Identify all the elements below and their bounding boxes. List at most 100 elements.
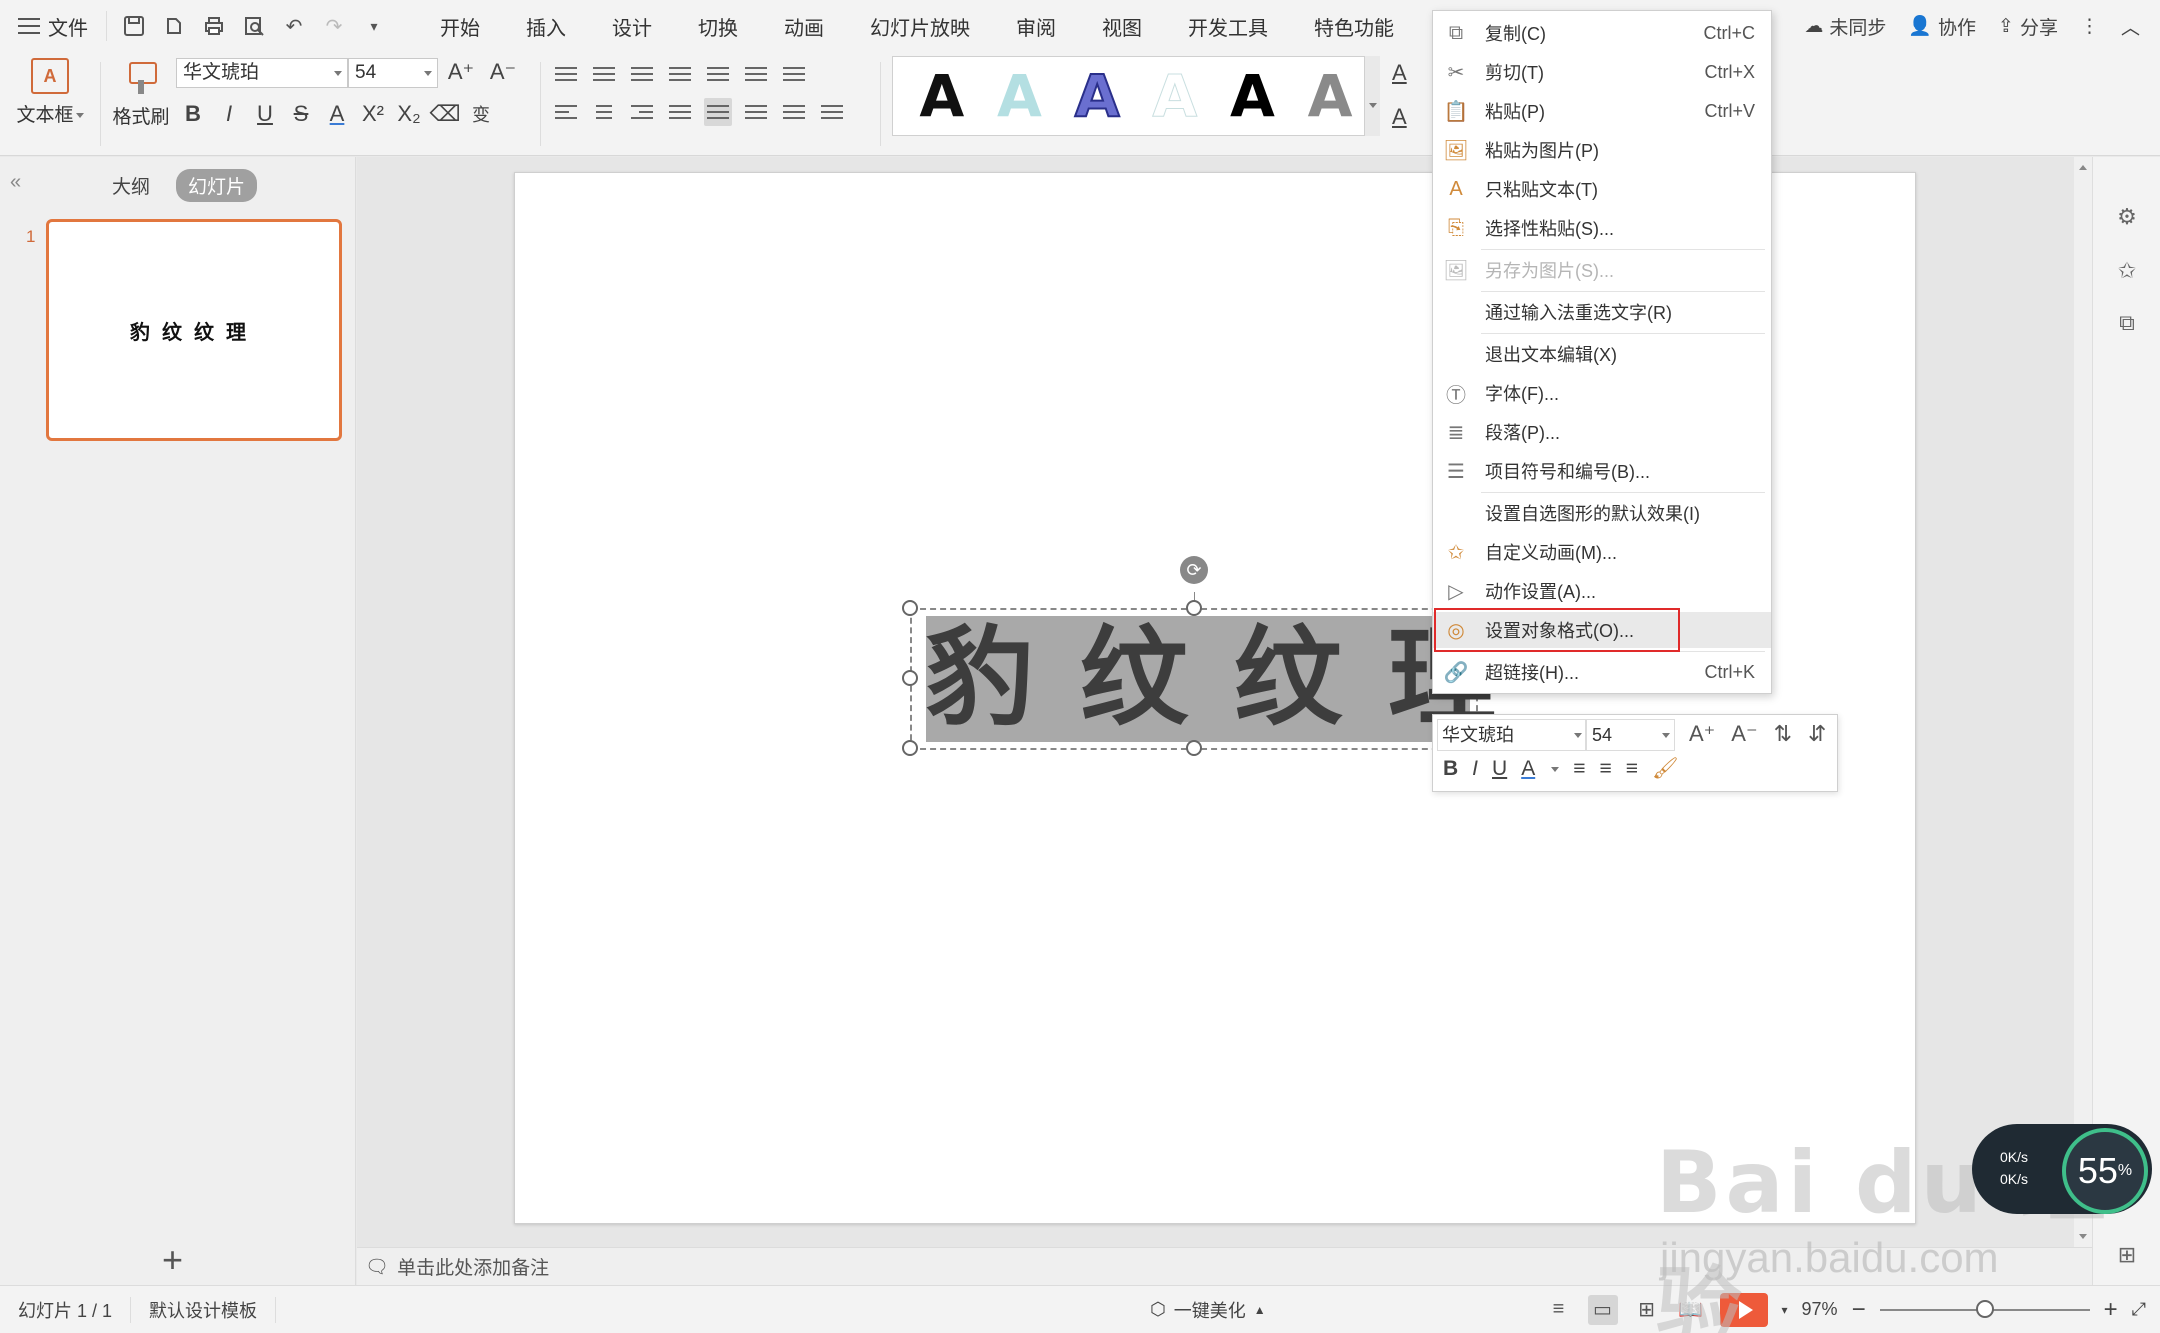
menu-item-bullets-numbering[interactable]: ☰ 项目符号和编号(B)...	[1433, 453, 1771, 489]
align-center-icon[interactable]	[590, 98, 618, 126]
resize-handle-bottom[interactable]	[1186, 740, 1202, 756]
menu-item-copy[interactable]: ⧉ 复制(C) Ctrl+C	[1433, 15, 1771, 51]
align-left-icon[interactable]: ≡	[1573, 757, 1585, 781]
numbered-list-icon[interactable]	[590, 60, 618, 88]
gallery-more-button[interactable]	[1364, 56, 1380, 136]
menu-item-paragraph[interactable]: ≣ 段落(P)...	[1433, 414, 1771, 450]
font-color-icon[interactable]: A	[324, 100, 350, 128]
tab-animations[interactable]: 动画	[761, 0, 847, 52]
template-name[interactable]: 默认设计模板	[131, 1296, 277, 1323]
tab-home[interactable]: 开始	[417, 0, 503, 52]
format-painter-button[interactable]: 格式刷	[110, 58, 172, 129]
align-center-icon[interactable]: ≡	[1599, 757, 1611, 781]
share-button[interactable]: ⇪ 分享	[1998, 13, 2058, 40]
menu-item-custom-animation[interactable]: ✩ 自定义动画(M)...	[1433, 534, 1771, 570]
bold-icon[interactable]: B	[180, 100, 206, 128]
format-painter-icon[interactable]: 🖌	[1652, 757, 1679, 781]
file-menu-button[interactable]: 文件	[0, 0, 106, 52]
text-style-black[interactable]: A	[919, 67, 964, 125]
clear-format-icon[interactable]: ⌫	[429, 100, 460, 128]
menu-item-paste[interactable]: 📋 粘贴(P) Ctrl+V	[1433, 93, 1771, 129]
tab-view[interactable]: 视图	[1079, 0, 1165, 52]
increase-indent-icon[interactable]	[666, 60, 694, 88]
tab-review[interactable]: 审阅	[993, 0, 1079, 52]
vertical-scrollbar[interactable]	[2074, 157, 2092, 1247]
mini-font-name-select[interactable]: 华文琥珀	[1437, 719, 1587, 751]
rotate-handle-icon[interactable]: ⟳	[1180, 556, 1208, 584]
resize-handle-left[interactable]	[902, 670, 918, 686]
distribute-icon[interactable]	[704, 98, 732, 126]
print-icon[interactable]	[201, 13, 227, 39]
strikethrough-icon[interactable]: S	[288, 100, 314, 128]
menu-item-paste-special[interactable]: ⎘ 选择性粘贴(S)...	[1433, 210, 1771, 246]
text-direction-icon[interactable]	[742, 60, 770, 88]
font-size-select[interactable]: 54	[348, 58, 438, 88]
menu-item-action-settings[interactable]: ▷ 动作设置(A)...	[1433, 573, 1771, 609]
textbox-button[interactable]: A 文本框	[14, 58, 86, 127]
resize-handle-top[interactable]	[1186, 600, 1202, 616]
align-left-icon[interactable]	[552, 98, 580, 126]
text-style-blue-outline[interactable]: A	[1074, 66, 1121, 126]
normal-view-icon[interactable]: ▭	[1587, 1294, 1618, 1325]
beautify-button[interactable]: ⬡ 一键美化 ▲	[1150, 1297, 1266, 1323]
spacing-options-icon[interactable]	[818, 98, 846, 126]
text-style-black-bold[interactable]: A	[1230, 67, 1275, 125]
tab-transitions[interactable]: 切换	[675, 0, 761, 52]
underline-icon[interactable]: U	[252, 100, 278, 128]
menu-item-paste-as-image[interactable]: 🖼 粘贴为图片(P)	[1433, 132, 1771, 168]
text-style-light-blue[interactable]: A	[997, 67, 1042, 125]
subscript-icon[interactable]: X₂	[396, 100, 422, 128]
columns-icon[interactable]	[704, 60, 732, 88]
bullet-list-icon[interactable]	[552, 60, 580, 88]
text-fill-icon[interactable]: A	[1392, 60, 1432, 104]
justify-icon[interactable]	[666, 98, 694, 126]
tab-special-features[interactable]: 特色功能	[1291, 0, 1417, 52]
menu-item-set-default-shape[interactable]: 设置自选图形的默认效果(I)	[1433, 495, 1771, 531]
increase-font-size-icon[interactable]: A⁺	[1689, 721, 1715, 747]
paragraph-spacing-icon[interactable]	[780, 98, 808, 126]
italic-icon[interactable]: I	[216, 100, 242, 128]
decrease-font-size-icon[interactable]: A⁻	[1731, 721, 1757, 747]
menu-item-paste-text-only[interactable]: A 只粘贴文本(T)	[1433, 171, 1771, 207]
italic-icon[interactable]: I	[1472, 757, 1478, 781]
collapse-panel-icon[interactable]: «	[10, 171, 21, 194]
tab-design[interactable]: 设计	[589, 0, 675, 52]
selected-textbox[interactable]: 豹纹纹理	[910, 608, 1496, 750]
resize-handle-bottom-left[interactable]	[902, 740, 918, 756]
collapse-ribbon-icon[interactable]: ︿	[2121, 13, 2140, 40]
font-color-icon[interactable]: A	[1521, 757, 1535, 781]
print-preview-icon[interactable]	[241, 13, 267, 39]
decrease-indent-icon[interactable]	[628, 60, 656, 88]
text-outline-icon[interactable]: A	[1392, 104, 1432, 148]
tab-slideshow[interactable]: 幻灯片放映	[847, 0, 993, 52]
selection-pane-icon[interactable]: ⧉	[2113, 309, 2141, 337]
tab-developer[interactable]: 开发工具	[1165, 0, 1291, 52]
menu-item-cut[interactable]: ✂ 剪切(T) Ctrl+X	[1433, 54, 1771, 90]
sync-status-button[interactable]: ☁ 未同步	[1804, 13, 1886, 40]
decrease-font-size-icon[interactable]: A⁻	[490, 58, 516, 86]
scroll-up-icon[interactable]	[2079, 165, 2087, 170]
align-text-icon[interactable]	[780, 60, 808, 88]
menu-item-exit-text-edit[interactable]: 退出文本编辑(X)	[1433, 336, 1771, 372]
chevron-down-icon[interactable]	[1551, 766, 1560, 772]
resize-handle-top-left[interactable]	[902, 600, 918, 616]
paragraph-spacing-icon[interactable]: ⇵	[1808, 721, 1826, 747]
text-style-gray-gradient[interactable]: A	[1308, 67, 1353, 125]
redo-icon[interactable]: ↷	[321, 13, 347, 39]
undo-icon[interactable]: ↶	[281, 13, 307, 39]
properties-icon[interactable]: ⚙	[2113, 203, 2141, 231]
superscript-icon[interactable]: X²	[360, 100, 386, 128]
export-icon[interactable]	[161, 13, 187, 39]
notes-toggle-icon[interactable]: ≡	[1544, 1295, 1574, 1325]
font-name-select[interactable]: 华文琥珀	[176, 58, 348, 88]
increase-font-size-icon[interactable]: A⁺	[448, 58, 474, 86]
tab-outline[interactable]: 大纲	[100, 169, 162, 202]
underline-icon[interactable]: U	[1492, 757, 1507, 781]
bold-icon[interactable]: B	[1443, 757, 1458, 781]
save-icon[interactable]	[121, 13, 147, 39]
tab-slides[interactable]: 幻灯片	[176, 169, 258, 202]
customize-toolbar-icon[interactable]: ▾	[361, 13, 387, 39]
align-right-icon[interactable]	[628, 98, 656, 126]
phonetic-guide-icon[interactable]: 变	[468, 100, 494, 128]
mini-font-size-select[interactable]: 54	[1585, 719, 1675, 751]
